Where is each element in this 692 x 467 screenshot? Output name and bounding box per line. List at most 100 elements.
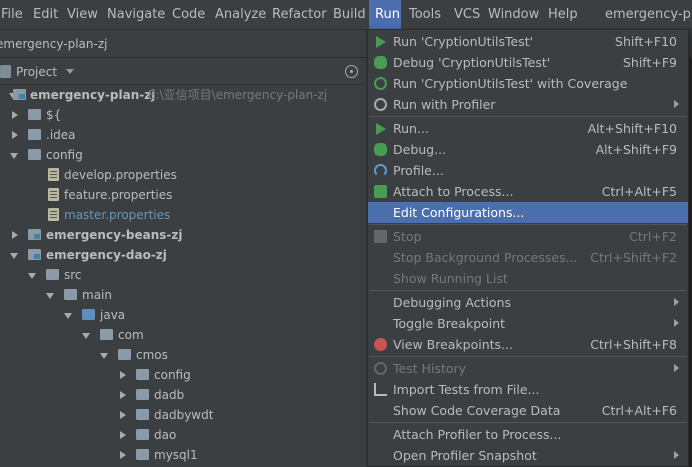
menu-item-run[interactable]: Run... Alt+Shift+F10 — [368, 118, 688, 139]
menu-edit[interactable]: Edit — [29, 0, 62, 30]
tree-item-label: java — [100, 308, 126, 322]
menu-file[interactable]: File — [0, 0, 27, 30]
chevron-right-icon[interactable] — [120, 371, 126, 379]
menu-item-run-config[interactable]: Run 'CryptionUtilsTest' Shift+F10 — [368, 31, 688, 52]
tree-item-config-package[interactable]: config — [0, 365, 368, 385]
menu-tools[interactable]: Tools — [405, 0, 445, 30]
menu-build[interactable]: Build — [329, 0, 370, 30]
menu-analyze[interactable]: Analyze — [211, 0, 270, 30]
menu-item-view-breakpoints[interactable]: View Breakpoints... Ctrl+Shift+F8 — [368, 334, 688, 355]
menu-item-label: Debug 'CryptionUtilsTest' — [393, 55, 551, 70]
chevron-right-icon[interactable] — [120, 451, 126, 459]
tree-item-develop-properties[interactable]: develop.properties — [0, 165, 368, 185]
chevron-down-icon[interactable] — [10, 253, 18, 259]
project-panel-header: Project — [0, 59, 368, 85]
project-folder-icon — [0, 65, 11, 78]
tree-item-mysql1[interactable]: mysql1 — [0, 445, 368, 465]
tree-item-label: cmos — [136, 348, 168, 362]
menu-item-label: View Breakpoints... — [393, 337, 513, 352]
tree-item-java[interactable]: java — [0, 305, 368, 325]
locate-target-icon[interactable] — [345, 65, 358, 78]
project-view-selector[interactable]: Project — [16, 59, 57, 85]
tree-item-label: config — [46, 148, 83, 162]
tree-item-emergency-beans-zj[interactable]: emergency-beans-zj — [0, 225, 368, 245]
menu-item-run-with-coverage[interactable]: Run 'CryptionUtilsTest' with Coverage — [368, 73, 688, 94]
menu-item-debug-config[interactable]: Debug 'CryptionUtilsTest' Shift+F9 — [368, 52, 688, 73]
chevron-down-icon[interactable] — [46, 293, 54, 299]
menu-item-show-coverage-data[interactable]: Show Code Coverage Data Ctrl+Alt+F6 — [368, 400, 688, 421]
menu-item-label: Show Running List — [393, 271, 508, 286]
menu-item-open-profiler-snapshot[interactable]: Open Profiler Snapshot — [368, 445, 688, 466]
submenu-arrow-icon — [674, 364, 679, 372]
run-menu-dropdown: Run 'CryptionUtilsTest' Shift+F10 Debug … — [367, 29, 689, 467]
tree-item-feature-properties[interactable]: feature.properties — [0, 185, 368, 205]
tree-item-main[interactable]: main — [0, 285, 368, 305]
menu-separator — [369, 116, 687, 117]
chevron-right-icon[interactable] — [12, 111, 18, 119]
chevron-down-icon[interactable] — [10, 153, 18, 159]
tree-item-label: dao — [154, 428, 177, 442]
menu-item-stop[interactable]: Stop Ctrl+F2 — [368, 226, 688, 247]
chevron-down-icon[interactable] — [82, 333, 90, 339]
tree-item-dadb[interactable]: dadb — [0, 385, 368, 405]
menu-vcs[interactable]: VCS — [450, 0, 484, 30]
menu-item-attach-profiler[interactable]: Attach Profiler to Process... — [368, 424, 688, 445]
tree-item-label: emergency-plan-zj — [30, 88, 156, 102]
menu-item-attach-to-process[interactable]: Attach to Process... Ctrl+Alt+F5 — [368, 181, 688, 202]
profiler-icon — [374, 98, 387, 111]
menu-item-toggle-breakpoint[interactable]: Toggle Breakpoint — [368, 313, 688, 334]
tree-item-emergency-dao-zj[interactable]: emergency-dao-zj — [0, 245, 368, 265]
menu-code[interactable]: Code — [168, 0, 209, 30]
tree-item-dadbywdt[interactable]: dadbywdt — [0, 405, 368, 425]
menu-item-shortcut: Ctrl+Alt+F5 — [601, 184, 677, 199]
menu-item-label: Profile... — [393, 163, 444, 178]
tree-item-label: config — [154, 368, 191, 382]
tree-item-com[interactable]: com — [0, 325, 368, 345]
menu-item-run-with-profiler[interactable]: Run with Profiler — [368, 94, 688, 115]
chevron-right-icon[interactable] — [120, 411, 126, 419]
chevron-right-icon[interactable] — [120, 431, 126, 439]
chevron-down-icon[interactable] — [64, 313, 72, 319]
chevron-right-icon[interactable] — [120, 391, 126, 399]
menu-item-profile[interactable]: Profile... — [368, 160, 688, 181]
breadcrumb[interactable]: emergency-plan-zj — [0, 31, 107, 57]
tree-item-label: dadbywdt — [154, 408, 214, 422]
menu-item-edit-configurations[interactable]: Edit Configurations... — [368, 202, 688, 223]
properties-file-icon — [48, 208, 59, 221]
module-folder-icon — [28, 249, 41, 260]
menu-item-shortcut: Shift+F9 — [622, 55, 677, 70]
menu-refactor[interactable]: Refactor — [268, 0, 331, 30]
chevron-right-icon[interactable] — [12, 231, 18, 239]
menu-item-debug[interactable]: Debug... Alt+Shift+F9 — [368, 139, 688, 160]
debug-icon — [374, 56, 387, 69]
menu-item-debugging-actions[interactable]: Debugging Actions — [368, 292, 688, 313]
tree-item-master-properties[interactable]: master.properties — [0, 205, 368, 225]
chevron-down-icon[interactable] — [28, 273, 36, 279]
stop-icon — [374, 230, 387, 243]
menu-item-stop-background[interactable]: Stop Background Processes... Ctrl+Shift+… — [368, 247, 688, 268]
menu-item-test-history[interactable]: Test History — [368, 358, 688, 379]
chevron-down-icon[interactable] — [100, 353, 108, 359]
menu-view[interactable]: View — [63, 0, 102, 30]
chevron-down-icon[interactable] — [66, 69, 74, 74]
tree-item-emergency-plan-zj[interactable]: emergency-plan-zj E:\亚信项目\emergency-plan… — [0, 85, 368, 105]
chevron-right-icon[interactable] — [12, 131, 18, 139]
package-icon — [136, 409, 149, 420]
tree-item-dollar[interactable]: ${ — [0, 105, 368, 125]
project-tree: emergency-plan-zj E:\亚信项目\emergency-plan… — [0, 85, 368, 467]
tree-item-config[interactable]: config — [0, 145, 368, 165]
run-icon — [376, 36, 386, 48]
menu-run[interactable]: Run — [369, 0, 401, 30]
tree-item-cmos[interactable]: cmos — [0, 345, 368, 365]
tree-item-idea[interactable]: .idea — [0, 125, 368, 145]
menu-navigate[interactable]: Navigate — [103, 0, 169, 30]
menu-item-show-running-list[interactable]: Show Running List — [368, 268, 688, 289]
menu-item-import-tests[interactable]: Import Tests from File... — [368, 379, 688, 400]
menu-help[interactable]: Help — [544, 0, 582, 30]
menu-window[interactable]: Window — [484, 0, 543, 30]
tree-item-dao[interactable]: dao — [0, 425, 368, 445]
tree-item-src[interactable]: src — [0, 265, 368, 285]
menu-separator — [369, 356, 687, 357]
breakpoint-icon — [374, 338, 387, 351]
tree-item-label: .idea — [46, 128, 76, 142]
